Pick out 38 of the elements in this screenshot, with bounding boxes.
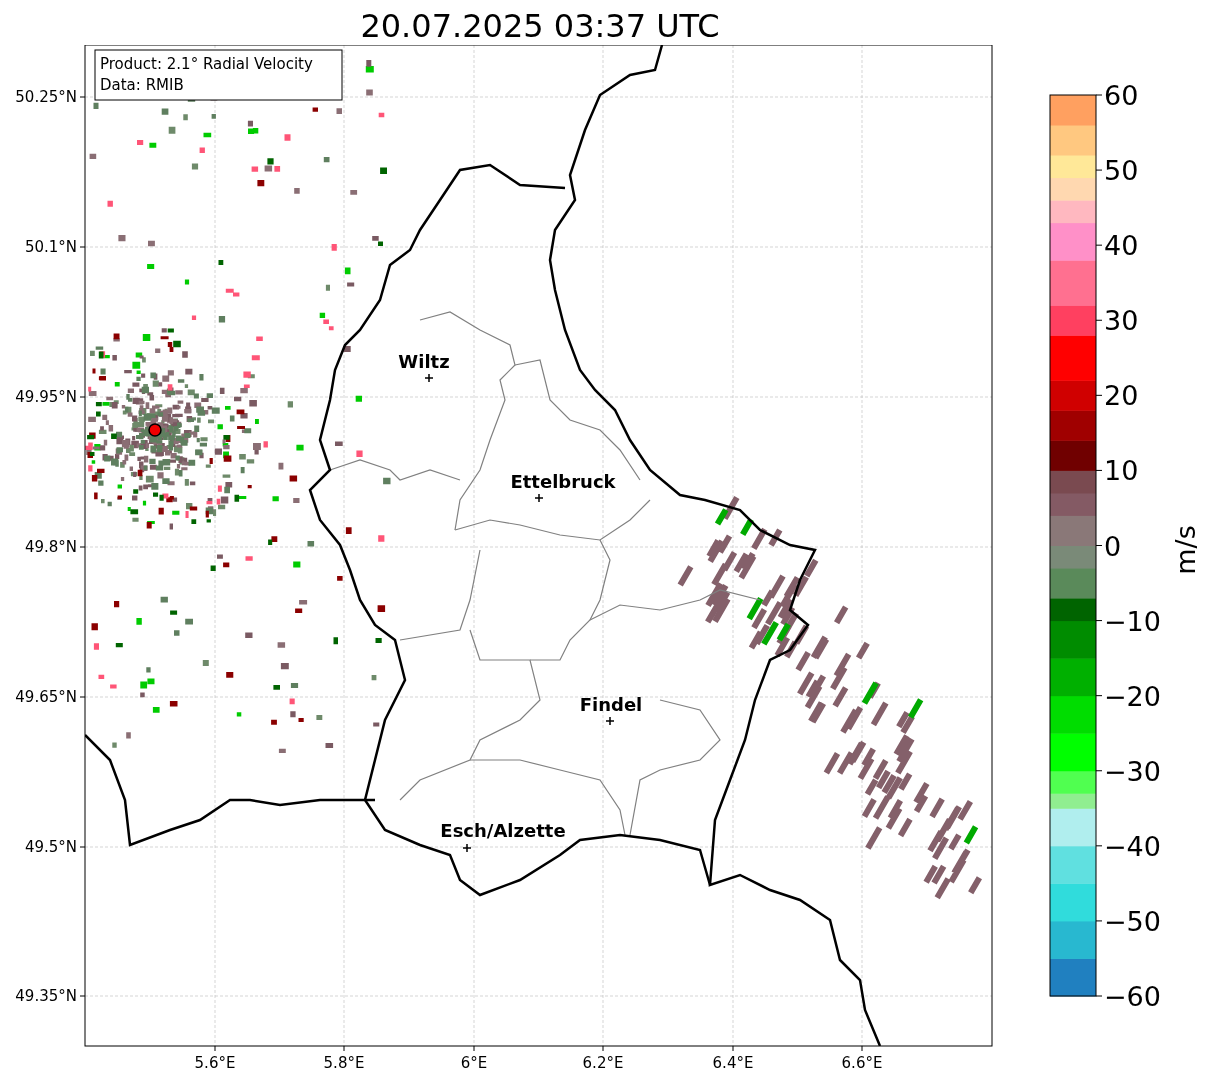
latitude-tick-label: 50.25°N — [15, 88, 77, 106]
plot-title: 20.07.2025 03:37 UTC — [359, 6, 721, 45]
latitude-tick-label: 49.5°N — [24, 838, 77, 856]
colorbar-tick-label: 50 — [1104, 155, 1139, 187]
colorbar-unit-label: m/s — [1170, 525, 1201, 575]
city-marker-icon — [534, 493, 544, 503]
city-label: Wiltz — [398, 351, 450, 372]
colorbar-tick-label: 30 — [1104, 305, 1139, 337]
latitude-tick-label: 49.95°N — [15, 388, 77, 406]
colorbar-tick-label: −60 — [1104, 981, 1161, 1012]
colorbar-tick-label: 40 — [1104, 230, 1139, 262]
city-label: Esch/Alzette — [440, 820, 566, 841]
city-marker-icon — [605, 716, 615, 726]
colorbar-tick-label: 0 — [1104, 530, 1122, 562]
longitude-tick-label: 6.2°E — [582, 1054, 624, 1072]
latitude-tick-label: 49.8°N — [24, 538, 77, 556]
colorbar-tick-label: −50 — [1104, 905, 1161, 937]
colorbar-tick-label: −20 — [1104, 680, 1161, 712]
legend-text: Product: 2.1° Radial Velocity — [100, 55, 313, 73]
city-label: Ettelbruck — [510, 471, 616, 492]
colorbar-tick-label: 20 — [1104, 380, 1139, 412]
longitude-tick-label: 5.6°E — [194, 1054, 236, 1072]
latitude-tick-label: 49.35°N — [15, 987, 77, 1005]
longitude-tick-label: 5.8°E — [323, 1054, 365, 1072]
longitude-tick-label: 6.6°E — [841, 1054, 883, 1072]
colorbar-tick-label: −30 — [1104, 755, 1161, 787]
longitude-tick-label: 6.4°E — [712, 1054, 754, 1072]
city-marker-icon — [462, 843, 472, 853]
colorbar-tick-label: 10 — [1104, 455, 1139, 487]
city-label: Findel — [579, 694, 643, 715]
latitude-tick-label: 49.65°N — [15, 688, 77, 706]
legend-text: Data: RMIB — [100, 76, 184, 94]
colorbar-tick-label: 60 — [1104, 80, 1139, 111]
latitude-tick-label: 50.1°N — [24, 238, 77, 256]
longitude-tick-label: 6°E — [460, 1054, 488, 1072]
city-marker-icon — [424, 373, 434, 383]
colorbar-tick-label: −10 — [1104, 605, 1161, 637]
colorbar-tick-label: −40 — [1104, 830, 1161, 862]
